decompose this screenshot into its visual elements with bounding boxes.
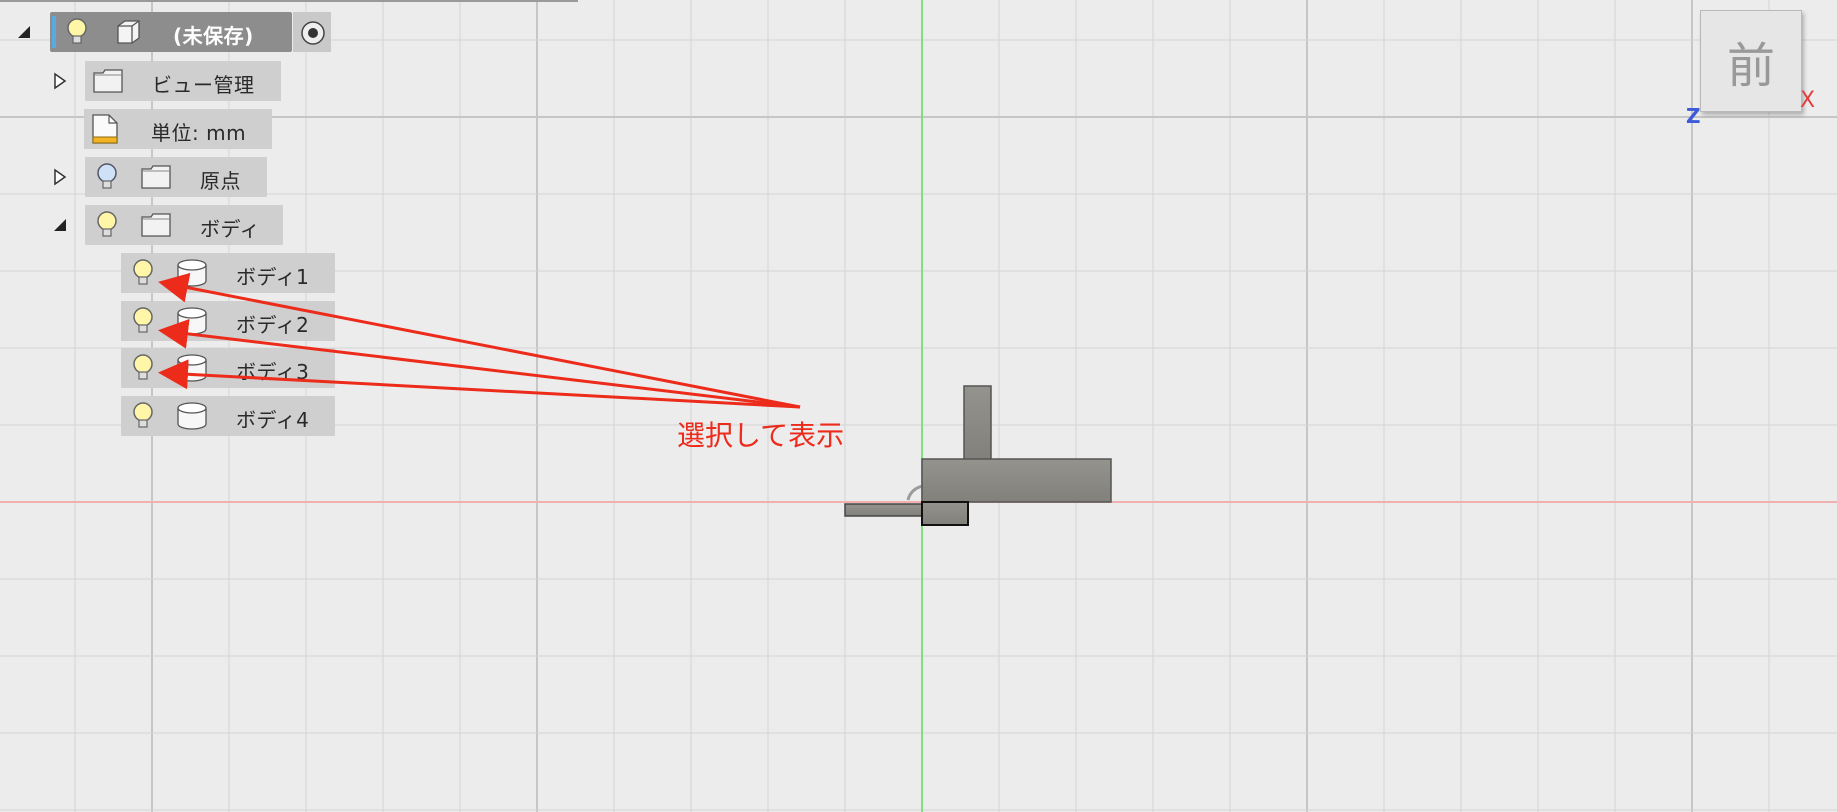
lightbulb-icon[interactable] [132, 306, 154, 336]
browser-body-item[interactable]: ボディ1 [121, 253, 336, 293]
browser-body-item[interactable]: ボディ2 [121, 301, 336, 341]
body-icon [176, 259, 208, 287]
annotation-text: 選択して表示 [677, 419, 845, 452]
body-vertical-post[interactable] [963, 385, 992, 461]
expand-triangle-icon[interactable] [50, 71, 70, 91]
lightbulb-icon[interactable] [132, 353, 154, 383]
viewcube-front-face[interactable]: 前 [1701, 11, 1801, 111]
collapse-triangle-icon[interactable] [14, 22, 34, 42]
folder-icon [140, 164, 172, 190]
component-icon [114, 18, 142, 46]
body-label: ボディ3 [236, 360, 310, 384]
body-horizontal-plate[interactable] [921, 458, 1112, 503]
folder-icon [92, 68, 124, 94]
browser-item-label: 単位: mm [151, 121, 247, 145]
axis-z-label: Z [1686, 104, 1701, 128]
body-icon [176, 354, 208, 382]
lightbulb-icon[interactable] [132, 258, 154, 288]
lightbulb-icon[interactable] [132, 401, 154, 431]
lightbulb-icon[interactable] [96, 210, 118, 240]
radio-target-icon[interactable] [300, 20, 326, 46]
axis-x-label: X [1800, 88, 1816, 113]
body-lower-block[interactable] [921, 501, 969, 526]
folder-icon [140, 212, 172, 238]
browser-item-origin[interactable]: 原点 [44, 157, 274, 197]
lightbulb-icon[interactable] [96, 162, 118, 192]
viewcube[interactable]: 前 [1700, 10, 1802, 112]
body-label: ボディ2 [236, 313, 310, 337]
body-icon [176, 307, 208, 335]
browser-item-named-views[interactable]: ビュー管理 [44, 61, 284, 101]
body-label: ボディ1 [236, 265, 310, 289]
browser-body-item[interactable]: ボディ3 [121, 348, 336, 388]
browser-root-row[interactable]: (未保存) [10, 12, 332, 52]
body-icon [176, 402, 208, 430]
document-ruler-icon [90, 113, 120, 145]
browser-item-units[interactable]: 単位: mm [84, 109, 274, 149]
browser-item-label: 原点 [200, 169, 241, 193]
browser-item-bodies-folder[interactable]: ボディ [44, 205, 284, 245]
expand-triangle-icon[interactable] [50, 167, 70, 187]
root-label: (未保存) [173, 24, 254, 48]
body-thin-arm[interactable] [844, 503, 923, 517]
body-label: ボディ4 [236, 408, 310, 432]
lightbulb-icon[interactable] [66, 17, 88, 47]
browser-item-label: ビュー管理 [152, 73, 255, 97]
browser-body-item[interactable]: ボディ4 [121, 396, 336, 436]
browser-item-label: ボディ [200, 217, 261, 241]
collapse-triangle-icon[interactable] [50, 215, 70, 235]
